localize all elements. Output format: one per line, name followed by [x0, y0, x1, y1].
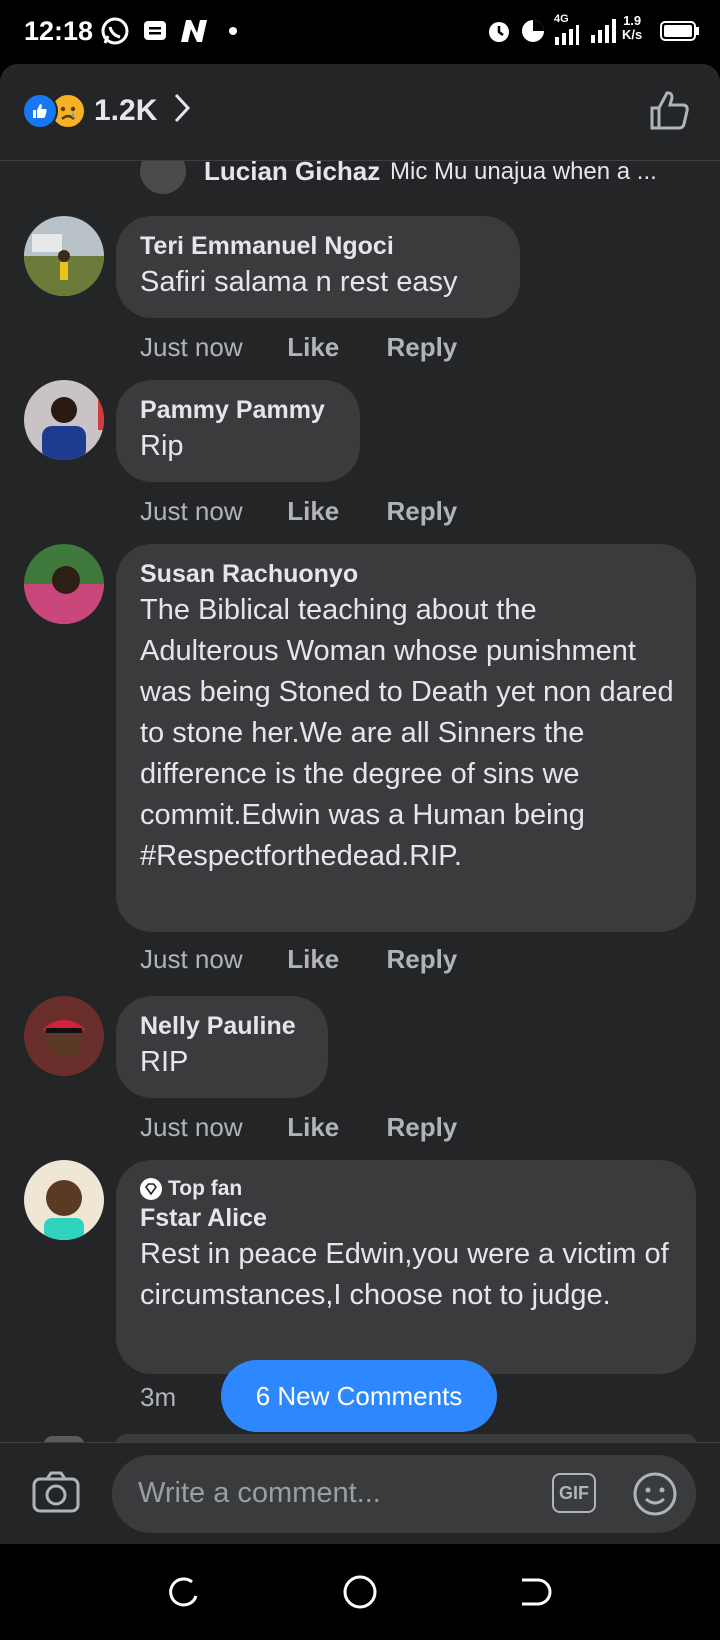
message-icon: [142, 14, 168, 48]
comment-author[interactable]: Teri Emmanuel Ngoci: [140, 230, 496, 262]
chevron-right-icon: [173, 92, 191, 129]
reactions-summary[interactable]: 1.2K: [22, 92, 191, 129]
like-button[interactable]: Like: [287, 944, 379, 975]
avatar[interactable]: [24, 996, 104, 1076]
smiley-icon: [633, 1472, 677, 1516]
avatar[interactable]: [24, 216, 104, 296]
battery-icon: [660, 14, 700, 48]
status-bar: 12:18 4G 1.9 K/s: [0, 0, 720, 64]
comment-text: Rip: [140, 430, 184, 462]
like-button[interactable]: Like: [287, 496, 379, 527]
emoji-button[interactable]: [632, 1471, 678, 1522]
status-time: 12:18: [24, 16, 94, 46]
back-icon: [522, 1578, 552, 1606]
comment-list: Lucian Gichaz Mic Mu unajua when a ... T…: [0, 160, 720, 1442]
avatar[interactable]: [24, 1160, 104, 1240]
home-circle-icon: [343, 1575, 377, 1609]
network-speed: 1.9 K/s: [622, 14, 642, 48]
gif-button[interactable]: GIF: [552, 1473, 596, 1513]
home-button[interactable]: [342, 1574, 378, 1615]
comment-timestamp[interactable]: 3m: [140, 1382, 176, 1413]
comment-actions: 3m: [140, 1382, 176, 1413]
camera-button[interactable]: [32, 1471, 80, 1518]
comment-text: RIP: [140, 1046, 189, 1078]
diamond-icon: [140, 1178, 162, 1200]
comment-timestamp[interactable]: Just now: [140, 1112, 280, 1143]
comment-timestamp[interactable]: Just now: [140, 944, 280, 975]
avatar[interactable]: [24, 544, 104, 624]
comment-input-placeholder: Write a comment...: [138, 1477, 381, 1509]
recent-apps-button[interactable]: [166, 1574, 200, 1613]
comment-author[interactable]: Susan Rachuonyo: [140, 558, 672, 590]
signal-4g-icon: 4G: [554, 14, 580, 48]
signal-icon: [590, 14, 618, 48]
whatsapp-icon: [100, 14, 130, 48]
like-post-button[interactable]: [648, 88, 692, 137]
comment-actions: Just now Like Reply: [140, 1112, 457, 1143]
alarm-icon: [486, 14, 512, 48]
comment-text: Mic Mu unajua when a ...: [390, 160, 657, 185]
comment-text: Rest in peace Edwin,you were a victim of…: [140, 1238, 669, 1311]
reply-button[interactable]: Reply: [386, 332, 457, 363]
data-saver-icon: [520, 14, 546, 48]
comments-sheet: 1.2K Lucian Gichaz Mic Mu unajua when a …: [0, 64, 720, 1544]
comment-composer: Write a comment... GIF: [0, 1442, 720, 1544]
comment-author[interactable]: Fstar Alice: [140, 1202, 672, 1234]
comment-input[interactable]: Write a comment... GIF: [112, 1455, 696, 1533]
like-button[interactable]: Like: [287, 1112, 379, 1143]
comment-author[interactable]: Nelly Pauline: [140, 1010, 304, 1042]
comment-timestamp[interactable]: Just now: [140, 332, 280, 363]
reactions-header: 1.2K: [0, 64, 720, 161]
thumbs-up-icon: [650, 91, 689, 130]
comment-actions: Just now Like Reply: [140, 944, 457, 975]
comment-bubble[interactable]: Top fan Fstar Alice Rest in peace Edwin,…: [116, 1160, 696, 1374]
recent-apps-icon: [169, 1577, 198, 1607]
avatar[interactable]: [140, 160, 186, 194]
reaction-count: 1.2K: [94, 93, 158, 127]
system-navigation-bar: [0, 1544, 720, 1640]
speed-value: 1.9: [623, 13, 642, 28]
app-n-icon: [178, 14, 210, 48]
new-comments-label: 6 New Comments: [255, 1380, 463, 1411]
avatar[interactable]: [24, 380, 104, 460]
dot-icon: [228, 14, 238, 48]
comment-actions: Just now Like Reply: [140, 332, 457, 363]
speed-unit: K/s: [622, 27, 643, 42]
network-type: 4G: [554, 13, 569, 25]
comment-bubble[interactable]: [116, 1434, 696, 1442]
comment-bubble[interactable]: Pammy Pammy Rip: [116, 380, 360, 482]
camera-icon: [32, 1471, 80, 1513]
like-reaction-icon: [22, 92, 58, 129]
comment-actions: Just now Like Reply: [140, 496, 457, 527]
comment-text: The Biblical teaching about the Adultero…: [140, 594, 674, 872]
comment-text: Safiri salama n rest easy: [140, 266, 458, 298]
back-button[interactable]: [518, 1574, 552, 1613]
comment-bubble[interactable]: Teri Emmanuel Ngoci Safiri salama n rest…: [116, 216, 520, 318]
comment-bubble[interactable]: Nelly Pauline RIP: [116, 996, 328, 1098]
comment-timestamp[interactable]: Just now: [140, 496, 280, 527]
comment-bubble[interactable]: Susan Rachuonyo The Biblical teaching ab…: [116, 544, 696, 932]
reply-button[interactable]: Reply: [386, 496, 457, 527]
reply-button[interactable]: Reply: [386, 1112, 457, 1143]
reply-button[interactable]: Reply: [386, 944, 457, 975]
top-fan-badge[interactable]: Top fan: [140, 1176, 672, 1202]
comment-author[interactable]: Lucian Gichaz: [204, 160, 380, 187]
comment-author[interactable]: Pammy Pammy: [140, 394, 336, 426]
top-fan-label: Top fan: [168, 1177, 243, 1200]
new-comments-button[interactable]: 6 New Comments: [221, 1360, 497, 1432]
like-button[interactable]: Like: [287, 332, 379, 363]
